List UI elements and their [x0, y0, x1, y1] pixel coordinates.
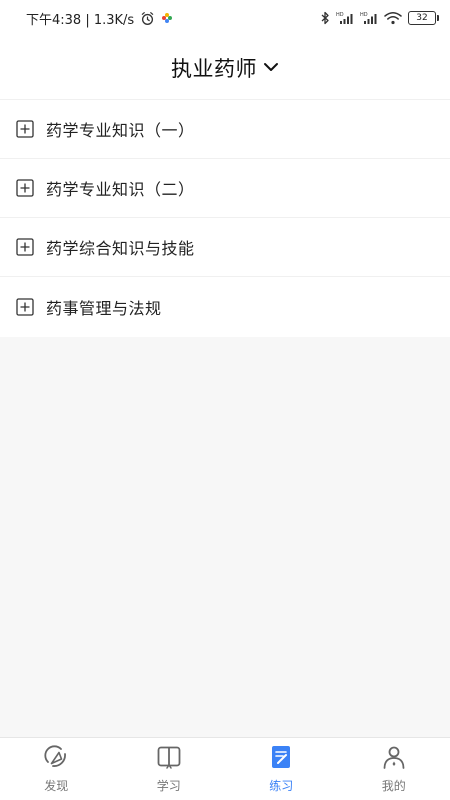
- list-item[interactable]: 药学专业知识（二）: [0, 159, 450, 218]
- wifi-icon: [384, 11, 402, 25]
- header: 执业药师: [0, 36, 450, 100]
- bluetooth-icon: [321, 11, 330, 25]
- hd-label-1: HD: [336, 12, 344, 18]
- expand-plus-icon: [16, 120, 34, 138]
- list-item-label: 药学专业知识（二）: [46, 180, 195, 199]
- bottom-nav: 发现 学习 练习 我的: [0, 737, 450, 800]
- nav-item-study[interactable]: 学习: [113, 738, 226, 800]
- list-item-label: 药学专业知识（一）: [46, 121, 195, 140]
- battery-indicator: 32: [408, 11, 439, 25]
- subject-list: 药学专业知识（一） 药学专业知识（二） 药学综合知识与技能 药事管理与法规: [0, 100, 450, 337]
- signal-hd-icon-1: HD: [336, 11, 354, 25]
- nav-item-practice[interactable]: 练习: [225, 738, 338, 800]
- expand-plus-icon: [16, 238, 34, 256]
- nav-label: 发现: [44, 779, 69, 793]
- discover-icon: [43, 744, 69, 774]
- practice-icon: [268, 744, 294, 774]
- list-item[interactable]: 药学综合知识与技能: [0, 218, 450, 277]
- status-bar: 下午4:38 | 1.3K/s HD HD 32: [0, 0, 450, 36]
- alarm-icon: [140, 11, 155, 26]
- profile-icon: [381, 744, 407, 774]
- nav-label: 练习: [269, 779, 294, 793]
- nav-item-discover[interactable]: 发现: [0, 738, 113, 800]
- nav-item-profile[interactable]: 我的: [338, 738, 450, 800]
- app-notification-icon: [161, 12, 173, 24]
- list-item[interactable]: 药事管理与法规: [0, 277, 450, 337]
- status-time-speed: 下午4:38 | 1.3K/s: [26, 12, 135, 28]
- chevron-down-icon: [263, 58, 279, 77]
- expand-plus-icon: [16, 179, 34, 197]
- nav-label: 我的: [381, 779, 406, 793]
- list-item-label: 药学综合知识与技能: [46, 239, 195, 258]
- app-screen: 下午4:38 | 1.3K/s HD HD 32 执业药师 药学专业知识（一） …: [0, 0, 450, 800]
- status-left: 下午4:38 | 1.3K/s: [26, 9, 173, 28]
- status-right: HD HD 32: [321, 11, 439, 25]
- list-item-label: 药事管理与法规: [46, 299, 162, 318]
- hd-label-2: HD: [360, 12, 368, 18]
- book-icon: [156, 744, 182, 774]
- nav-label: 学习: [156, 779, 181, 793]
- page-title: 执业药师: [171, 56, 257, 81]
- signal-hd-icon-2: HD: [360, 11, 378, 25]
- list-item[interactable]: 药学专业知识（一）: [0, 100, 450, 159]
- expand-plus-icon: [16, 298, 34, 316]
- exam-selector[interactable]: 执业药师: [171, 53, 279, 83]
